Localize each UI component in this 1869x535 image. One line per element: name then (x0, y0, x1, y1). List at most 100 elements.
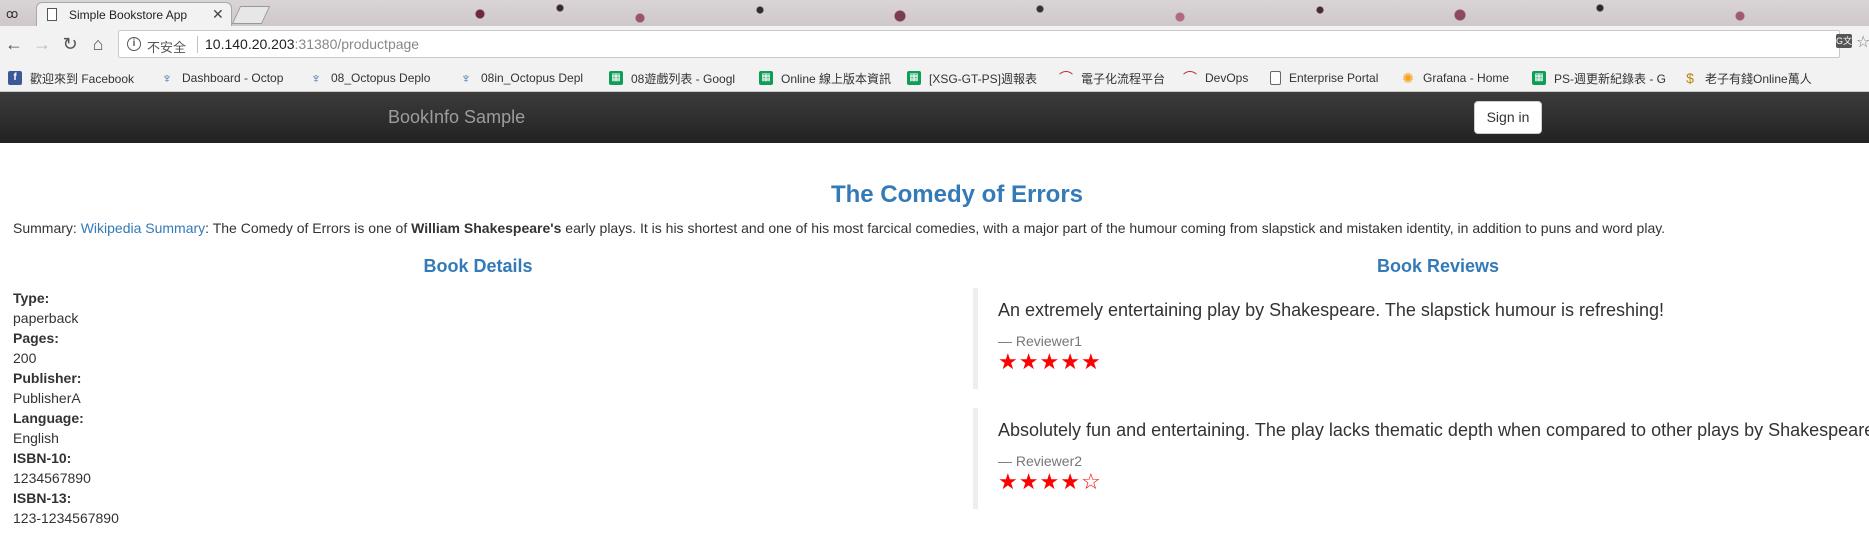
bookmark-label: DevOps (1205, 71, 1249, 85)
bookmark-item[interactable]: ▦ Online 線上版本資訊 (759, 69, 897, 87)
detail-value-language: English (13, 430, 59, 446)
arch-icon: ⌒ (1183, 70, 1197, 86)
bookmark-label: [XSG-GT-PS]週報表 (929, 71, 1038, 86)
bookmark-label: 電子化流程平台 (1081, 71, 1166, 86)
reviewer-name: — Reviewer2 (998, 453, 1083, 469)
url-text[interactable]: 10.140.20.203:31380/productpage (205, 36, 419, 52)
bookmark-item[interactable]: ♆ 08in_Octopus Depl (459, 69, 595, 87)
browser-tab[interactable]: Simple Bookstore App ✕ (36, 2, 232, 26)
browser-tab-strip: ꝏ Simple Bookstore App ✕ (0, 0, 1869, 26)
bookmark-label: Grafana - Home (1423, 71, 1510, 85)
filled-star-icon: ★ (1018, 469, 1039, 494)
back-arrow-icon[interactable]: ← (4, 34, 24, 55)
detail-value-type: paperback (13, 310, 79, 326)
info-icon[interactable]: i (127, 37, 141, 51)
bookmark-label: 08_Octopus Deplo (331, 71, 431, 85)
bookmark-label: Dashboard - Octop (182, 71, 284, 85)
octopus-icon: ♆ (460, 70, 472, 86)
bookmark-label: 08遊戲列表 - Googl (631, 71, 736, 86)
new-tab-button[interactable] (231, 6, 271, 24)
bookmark-item[interactable]: ✺ Grafana - Home (1401, 69, 1525, 87)
money-bag-icon: $ (1686, 70, 1694, 86)
url-path: :31380/productpage (294, 36, 420, 52)
browser-toolbar: ← → ↻ ⌂ i 不安全 10.140.20.203:31380/produc… (0, 26, 1869, 64)
google-sheets-icon: ▦ (759, 71, 773, 85)
bookmark-label: 老子有錢Online萬人 (1705, 71, 1812, 86)
detail-label-isbn13: ISBN-13: (13, 490, 72, 506)
summary-text-2: early plays. It is his shortest and one … (561, 220, 1666, 236)
wikipedia-summary-link[interactable]: Wikipedia Summary (81, 220, 205, 236)
bookmark-label: 歡迎來到 Facebook (30, 71, 135, 86)
bookmark-item[interactable]: f 歡迎來到 Facebook (8, 69, 140, 87)
detail-value-isbn13: 123-1234567890 (13, 510, 119, 526)
detail-value-isbn10: 1234567890 (13, 470, 91, 486)
arch-icon: ⌒ (1059, 70, 1073, 86)
filled-star-icon: ★ (998, 349, 1018, 374)
book-details-heading: Book Details (423, 256, 533, 276)
detail-label-isbn10: ISBN-10: (13, 450, 72, 466)
bookmark-item[interactable]: ♆ Dashboard - Octop (160, 69, 296, 87)
google-sheets-icon: ▦ (609, 71, 623, 85)
book-details-list: Type: paperback Pages: 200 Publisher: Pu… (13, 288, 313, 528)
bookmark-item[interactable]: Enterprise Portal (1270, 69, 1396, 87)
summary-author: William Shakespeare's (411, 220, 562, 236)
bookmark-item[interactable]: ▦ [XSG-GT-PS]週報表 (907, 69, 1045, 87)
review-text: Absolutely fun and entertaining. The pla… (998, 420, 1869, 440)
review-text: An extremely entertaining play by Shakes… (998, 300, 1665, 320)
detail-label-type: Type: (13, 290, 50, 306)
window-menu-icon[interactable]: ꝏ (6, 7, 18, 21)
bookmark-label: Enterprise Portal (1289, 71, 1379, 85)
book-reviews-heading: Book Reviews (1376, 256, 1500, 276)
google-sheets-icon: ▦ (1532, 71, 1546, 85)
forward-arrow-icon[interactable]: → (32, 34, 52, 55)
filled-star-icon: ★ (1060, 469, 1080, 494)
filled-star-icon: ★ (1018, 349, 1039, 374)
review-item: An extremely entertaining play by Shakes… (973, 288, 1863, 389)
empty-star-icon: ☆ (1080, 469, 1101, 494)
filled-star-icon: ★ (1039, 469, 1060, 494)
tab-title: Simple Bookstore App (69, 8, 188, 22)
bookmark-label: Online 線上版本資訊 (781, 71, 892, 86)
bookmark-item[interactable]: ♆ 08_Octopus Deplo (309, 69, 449, 87)
book-title: The Comedy of Errors (830, 181, 1084, 208)
bookmarks-bar: f 歡迎來到 Facebook ♆ Dashboard - Octop ♆ 08… (0, 64, 1869, 92)
octopus-icon: ♆ (161, 70, 173, 86)
detail-label-language: Language: (13, 410, 84, 426)
page-icon (47, 8, 57, 21)
address-bar[interactable]: i 不安全 10.140.20.203:31380/productpage (118, 30, 1840, 58)
translate-icon[interactable]: G文 (1836, 34, 1852, 48)
home-icon[interactable]: ⌂ (88, 34, 108, 55)
filled-star-icon: ★ (1080, 349, 1101, 374)
reload-icon[interactable]: ↻ (60, 34, 80, 55)
grafana-icon: ✺ (1402, 70, 1414, 86)
document-icon (1270, 71, 1281, 85)
summary-prefix: Summary: (13, 220, 81, 236)
bookmark-label: 08in_Octopus Depl (481, 71, 584, 85)
filled-star-icon: ★ (1060, 349, 1080, 374)
book-summary: Summary: Wikipedia Summary: The Comedy o… (13, 220, 1665, 236)
bookmark-item[interactable]: ▦ 08遊戲列表 - Googl (609, 69, 745, 87)
facebook-icon: f (8, 71, 22, 85)
bookmark-label: PS-週更新紀錄表 - G (1554, 71, 1667, 86)
url-host: 10.140.20.203 (205, 36, 295, 52)
filled-star-icon: ★ (998, 469, 1018, 494)
navbar-brand[interactable]: BookInfo Sample (388, 107, 525, 128)
bookmark-item[interactable]: ⌒ DevOps (1183, 69, 1259, 87)
bookmark-item[interactable]: ⌒ 電子化流程平台 (1059, 69, 1179, 87)
bookmark-item[interactable]: ▦ PS-週更新紀錄表 - G (1532, 69, 1674, 87)
detail-label-publisher: Publisher: (13, 370, 82, 386)
close-icon[interactable]: ✕ (212, 6, 224, 23)
google-sheets-icon: ▦ (907, 71, 921, 85)
bookmark-star-icon[interactable]: ☆ (1856, 32, 1869, 52)
reviewer-name: — Reviewer1 (998, 333, 1083, 349)
bookmark-item[interactable]: $ 老子有錢Online萬人 (1683, 69, 1851, 87)
address-divider (197, 36, 198, 53)
app-navbar: BookInfo Sample Sign in (0, 92, 1869, 143)
filled-star-icon: ★ (1039, 349, 1060, 374)
star-rating: ★★★★☆ (998, 471, 1863, 493)
not-secure-label: 不安全 (147, 40, 187, 55)
summary-text-1: : The Comedy of Errors is one of (205, 220, 412, 236)
sign-in-button[interactable]: Sign in (1474, 101, 1542, 134)
octopus-icon: ♆ (310, 70, 322, 86)
detail-value-publisher: PublisherA (13, 390, 81, 406)
